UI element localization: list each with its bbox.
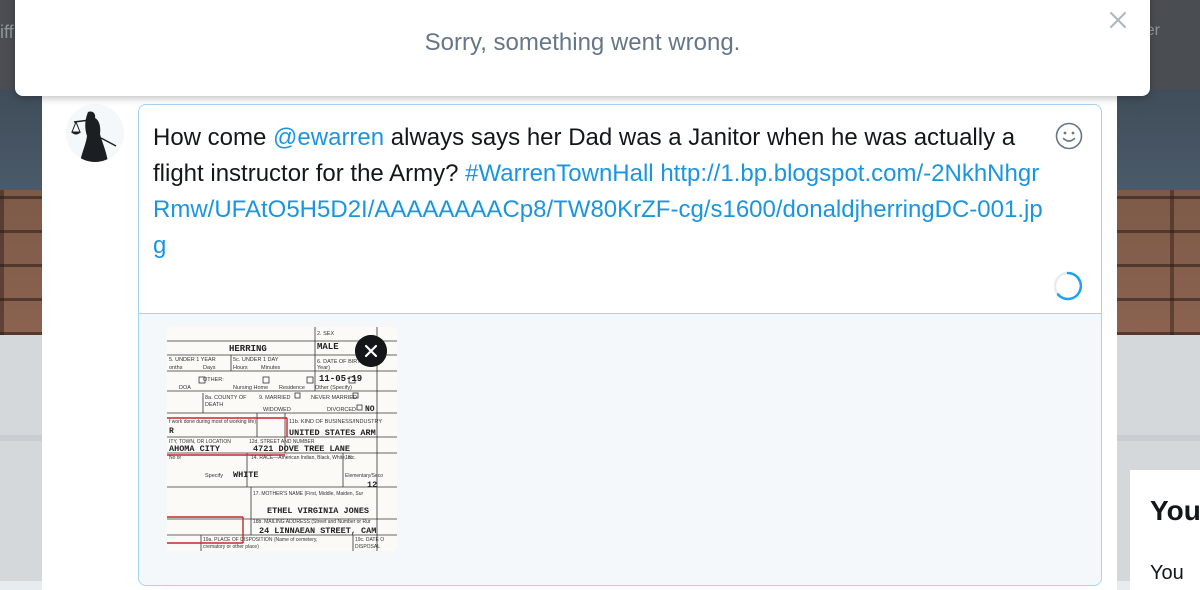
doc-item15: 15. — [345, 455, 353, 461]
tweet-composer: How come @ewarren always says her Dad wa… — [138, 104, 1102, 586]
side-card: You You — [1130, 470, 1200, 590]
doc-specify: Specify — [205, 473, 223, 479]
mention-link[interactable]: @ewarren — [273, 124, 384, 151]
character-count-spinner-icon — [1053, 271, 1083, 301]
hashtag-link[interactable]: #WarrenTownHall — [465, 160, 654, 187]
compose-toolbar — [139, 575, 1101, 587]
doc-nursing: Nursing Home — [233, 385, 268, 391]
doc-mother-value: ETHEL VIRGINIA JONES — [267, 506, 369, 516]
error-toast: Sorry, something went wrong. — [15, 0, 1150, 96]
smiley-icon[interactable] — [1054, 121, 1084, 151]
doc-other: OTHER: — [203, 377, 224, 383]
remove-media-close-icon[interactable] — [355, 335, 387, 367]
doc-married: 9. MARRIED — [259, 395, 291, 401]
scales-of-justice-avatar-icon — [66, 104, 124, 162]
compose-tweet-modal: How come @ewarren always says her Dad wa… — [42, 90, 1117, 590]
background-nav-fragment: iff — [0, 22, 14, 42]
doc-doa: DOA — [179, 385, 191, 391]
doc-no: NO — [365, 405, 375, 414]
doc-disposal: DISPOSAL — [355, 544, 380, 550]
doc-sex-label: 2. SEX — [317, 331, 334, 337]
close-icon[interactable] — [1106, 8, 1130, 32]
error-message: Sorry, something went wrong. — [424, 29, 741, 56]
attached-image[interactable]: 2. SEX 6. DATE OF BIRTH 5. UNDER 1 YEAR … — [167, 327, 397, 551]
side-card-text: You — [1150, 562, 1184, 584]
doc-minutes: Minutes — [261, 365, 281, 371]
doc-never-married: NEVER MARRIED — [311, 395, 357, 401]
doc-street-value: 4721 DOVE TREE LANE — [253, 444, 350, 454]
tweet-text-editor[interactable]: How come @ewarren always says her Dad wa… — [139, 105, 1101, 314]
side-card-heading: You — [1150, 495, 1200, 526]
doc-dob-value: 11-05-19 — [319, 374, 362, 384]
doc-mailing-label: 18b. MAILING ADDRESS (Street and Number … — [253, 519, 371, 525]
doc-under1yr: 5. UNDER 1 YEAR — [169, 357, 216, 363]
doc-grade: 12 — [367, 480, 377, 490]
doc-year: Year) — [317, 365, 330, 371]
doc-race-label: 14. RACE—American Indian, Black, White, … — [251, 455, 356, 461]
doc-onths: onths — [169, 365, 183, 371]
doc-divorced: DIVORCED — [327, 407, 356, 413]
doc-widowed: WIDOWED — [263, 407, 291, 413]
tweet-text[interactable]: How come @ewarren always says her Dad wa… — [153, 120, 1053, 264]
doc-white: WHITE — [233, 470, 259, 480]
doc-mailing-value: 24 LINNAEAN STREET, CAM — [259, 526, 376, 536]
doc-under1day: 5c. UNDER 1 DAY — [233, 357, 279, 363]
doc-no-or: No or — [169, 455, 182, 461]
user-avatar[interactable] — [66, 104, 124, 162]
doc-sex-value: MALE — [317, 342, 339, 352]
doc-crematory: crematory or other place) — [203, 544, 259, 550]
tweet-text-part: How come — [153, 124, 274, 151]
doc-days: Days — [203, 365, 216, 371]
doc-work-note: f work done during most of working life) — [169, 419, 256, 425]
doc-residence: Residence — [279, 385, 305, 391]
doc-county: 8a. COUNTY OF — [205, 395, 247, 401]
doc-date-label: 19c. DATE O — [355, 537, 384, 543]
doc-kind-business: 11b. KIND OF BUSINESS/INDUSTRY — [289, 419, 382, 425]
doc-mother-label: 17. MOTHER'S NAME (First, Middle, Maiden… — [253, 491, 363, 497]
doc-hours: Hours — [233, 365, 248, 371]
doc-death: DEATH — [205, 402, 223, 408]
doc-disposition-label: 19a. PLACE OF DISPOSITION (Name of cemet… — [203, 537, 317, 543]
doc-city-value: AHOMA CITY — [169, 444, 221, 454]
doc-name: HERRING — [229, 344, 267, 354]
doc-business-value: UNITED STATES ARM — [289, 428, 376, 438]
doc-elementary: Elementary/Seco — [345, 473, 383, 479]
doc-other-specify: Other (Specify) — [315, 385, 352, 391]
doc-r: R — [169, 427, 174, 436]
